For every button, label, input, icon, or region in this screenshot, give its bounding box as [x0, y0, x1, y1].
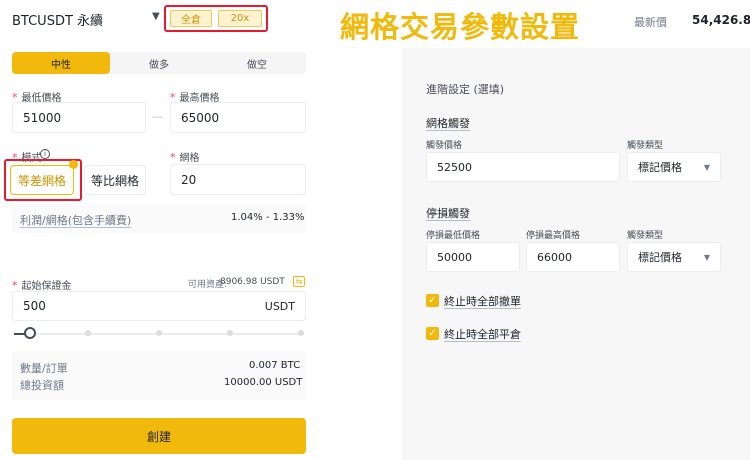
- margin-mode-button[interactable]: 全倉: [170, 10, 212, 27]
- transfer-icon[interactable]: ⇆: [293, 276, 305, 287]
- page-banner: 網格交易參數設置: [340, 10, 581, 44]
- slider-stop[interactable]: [85, 330, 91, 336]
- margin-value: 500: [23, 299, 46, 313]
- margin-unit: USDT: [264, 299, 295, 313]
- symbol-title[interactable]: BTCUSDT 永續: [12, 10, 103, 29]
- grid-label: * 網格: [170, 151, 200, 164]
- trigger-type-label: 觸發類型: [627, 141, 664, 151]
- mode-arithmetic-button[interactable]: 等差網格: [10, 165, 74, 195]
- qty-value: 0.007 BTC: [249, 360, 301, 371]
- leverage-button[interactable]: 20x: [218, 10, 262, 27]
- max-price-input[interactable]: 65000: [170, 102, 306, 133]
- stop-section-title: 停損觸發: [426, 207, 470, 220]
- trigger-type-value: 標記價格: [638, 161, 682, 174]
- slider-stop[interactable]: [298, 330, 304, 336]
- slider-stop[interactable]: [156, 330, 162, 336]
- tab-short[interactable]: 做空: [208, 52, 306, 74]
- trigger-price-input[interactable]: 52500: [426, 152, 620, 182]
- margin-label: * 起始保證金: [12, 279, 72, 292]
- tab-neutral[interactable]: 中性: [12, 52, 110, 74]
- close-all-label[interactable]: 終止時全部平倉: [444, 326, 521, 342]
- slider-stop[interactable]: [227, 330, 233, 336]
- range-dash: —: [152, 110, 163, 123]
- create-button[interactable]: 創建: [12, 418, 306, 454]
- chevron-down-icon: ▼: [703, 252, 710, 262]
- info-icon[interactable]: i: [40, 149, 50, 159]
- total-label: 總投資額: [20, 379, 64, 392]
- margin-slider-handle[interactable]: [24, 327, 36, 339]
- direction-tabs: 中性 做多 做空: [12, 52, 306, 74]
- checkbox-cancel-all[interactable]: ✓: [426, 294, 439, 307]
- stop-low-label: 停損最低價格: [426, 231, 481, 241]
- stop-low-input[interactable]: 50000: [426, 242, 520, 272]
- profit-label: 利潤/網格(包含手續費): [20, 214, 132, 227]
- stop-type-label: 觸發類型: [627, 231, 664, 241]
- min-price-input[interactable]: 51000: [12, 102, 146, 133]
- available-value: 8906.98 USDT: [220, 277, 285, 287]
- stop-high-input[interactable]: 66000: [526, 242, 620, 272]
- trigger-price-label: 觸發價格: [426, 141, 463, 151]
- last-price-value: 54,426.81: [692, 13, 750, 27]
- selected-badge-icon: [69, 160, 78, 169]
- trigger-section-title: 網格觸發: [426, 117, 470, 130]
- stop-type-value: 標記價格: [638, 251, 682, 264]
- total-value: 10000.00 USDT: [224, 377, 303, 388]
- margin-input[interactable]: 500 USDT: [12, 291, 306, 321]
- advanced-title: 進階設定 (選填): [426, 83, 505, 96]
- chevron-down-icon: ▼: [703, 162, 710, 172]
- checkbox-close-all[interactable]: ✓: [426, 327, 439, 340]
- cancel-all-label[interactable]: 終止時全部撤單: [444, 293, 521, 309]
- last-price-label: 最新價: [634, 16, 667, 29]
- mode-geometric-button[interactable]: 等比網格: [84, 165, 146, 195]
- stop-high-label: 停損最高價格: [526, 231, 581, 241]
- tab-long[interactable]: 做多: [110, 52, 208, 74]
- grid-count-input[interactable]: 20: [170, 164, 306, 195]
- stop-type-select[interactable]: 標記價格 ▼: [627, 242, 721, 272]
- qty-label: 數量/訂單: [20, 362, 68, 375]
- symbol-dropdown-icon[interactable]: ▼: [152, 11, 160, 22]
- profit-value: 1.04% - 1.33%: [231, 212, 305, 223]
- trigger-type-select[interactable]: 標記價格 ▼: [627, 152, 721, 182]
